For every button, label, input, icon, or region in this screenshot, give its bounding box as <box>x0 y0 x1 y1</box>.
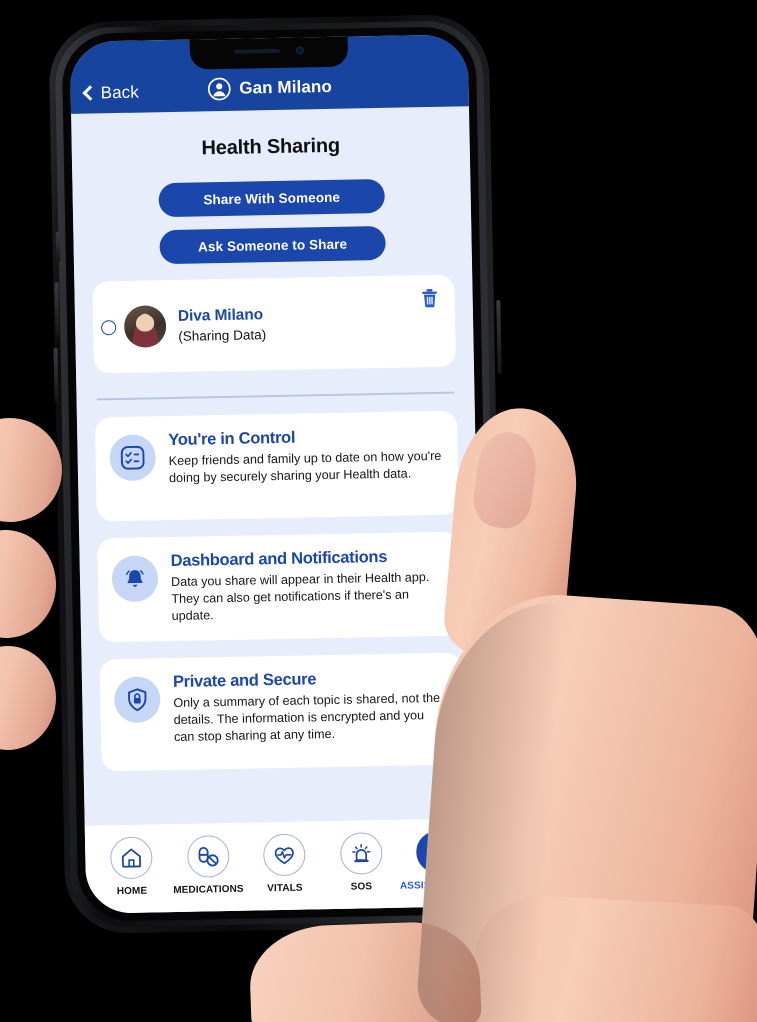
shared-contact-card[interactable]: Diva Milano (Sharing Data) <box>92 274 456 374</box>
checklist-icon <box>109 434 157 482</box>
info-card-notifications: Dashboard and Notifications Data you sha… <box>97 531 462 643</box>
heart-pulse-icon <box>262 833 306 877</box>
info-card-body: You're in Control Keep friends and famil… <box>168 425 442 487</box>
contact-status: (Sharing Data) <box>178 327 267 344</box>
tab-home[interactable]: HOME <box>95 836 168 897</box>
power-button[interactable] <box>496 299 502 375</box>
account-header[interactable]: Gan Milano <box>207 75 332 101</box>
siren-icon <box>339 832 383 875</box>
phone-plus-icon <box>415 830 459 874</box>
phone-notch <box>189 36 349 70</box>
page-title: Health Sharing <box>201 134 341 160</box>
tab-label: HOME <box>116 885 148 898</box>
tab-medications[interactable]: MEDICATIONS <box>171 834 244 897</box>
tab-label: VITALS <box>267 882 303 895</box>
account-name: Gan Milano <box>239 76 333 98</box>
home-icon <box>109 836 153 880</box>
tab-assist-watch[interactable]: ASSIST WATCH <box>399 830 477 892</box>
trash-icon[interactable] <box>420 288 438 313</box>
info-card-description: Only a summary of each topic is shared, … <box>173 690 441 745</box>
info-card-title: You're in Control <box>168 428 296 450</box>
finger-left-middle <box>0 526 60 642</box>
wrist <box>470 892 757 1022</box>
phone-screen: Back Gan Milano Health Sharing Share Wit… <box>69 34 485 914</box>
screenshot-stage: Back Gan Milano Health Sharing Share Wit… <box>0 0 757 1022</box>
user-avatar-icon <box>207 77 231 101</box>
info-card-title: Dashboard and Notifications <box>170 547 388 571</box>
tab-sos[interactable]: SOS <box>324 832 397 893</box>
contact-select-radio[interactable] <box>101 319 117 335</box>
info-card-body: Dashboard and Notifications Data you sha… <box>170 546 444 625</box>
contact-avatar <box>123 305 167 348</box>
finger-left-bottom <box>0 646 56 750</box>
tab-label: ASSIST WATCH <box>399 879 477 892</box>
front-camera-icon <box>295 46 304 55</box>
tab-label: SOS <box>350 881 373 893</box>
contact-name: Diva Milano <box>177 306 264 325</box>
info-card-title: Private and Secure <box>172 670 317 692</box>
chevron-left-icon <box>82 85 98 101</box>
shield-lock-icon <box>113 676 161 724</box>
back-button[interactable]: Back <box>82 82 140 104</box>
bottom-tab-bar: HOME MEDICATIONS VITALS SOS ASSIST WATCH <box>84 818 485 914</box>
back-button-label: Back <box>100 82 140 103</box>
section-divider <box>96 391 455 401</box>
mute-switch[interactable] <box>55 231 61 263</box>
finger-under-phone <box>248 920 482 1022</box>
info-card-control: You're in Control Keep friends and famil… <box>94 410 459 522</box>
pills-icon <box>186 834 230 878</box>
info-card-description: Keep friends and family up to date on ho… <box>168 448 442 486</box>
tab-vitals[interactable]: VITALS <box>248 833 321 894</box>
share-with-someone-button[interactable]: Share With Someone <box>158 178 386 218</box>
speaker-grille-icon <box>233 48 280 54</box>
contact-info: Diva Milano (Sharing Data) <box>178 306 266 344</box>
page-content: Health Sharing Share With Someone Ask So… <box>71 132 485 914</box>
info-card-description: Data you share will appear in their Heal… <box>170 570 430 624</box>
bell-icon <box>111 555 159 603</box>
info-card-body: Private and Secure Only a summary of eac… <box>173 667 447 746</box>
info-card-private: Private and Secure Only a summary of eac… <box>99 652 464 772</box>
tab-label: MEDICATIONS <box>173 883 244 897</box>
ask-someone-to-share-button[interactable]: Ask Someone to Share <box>159 225 386 265</box>
